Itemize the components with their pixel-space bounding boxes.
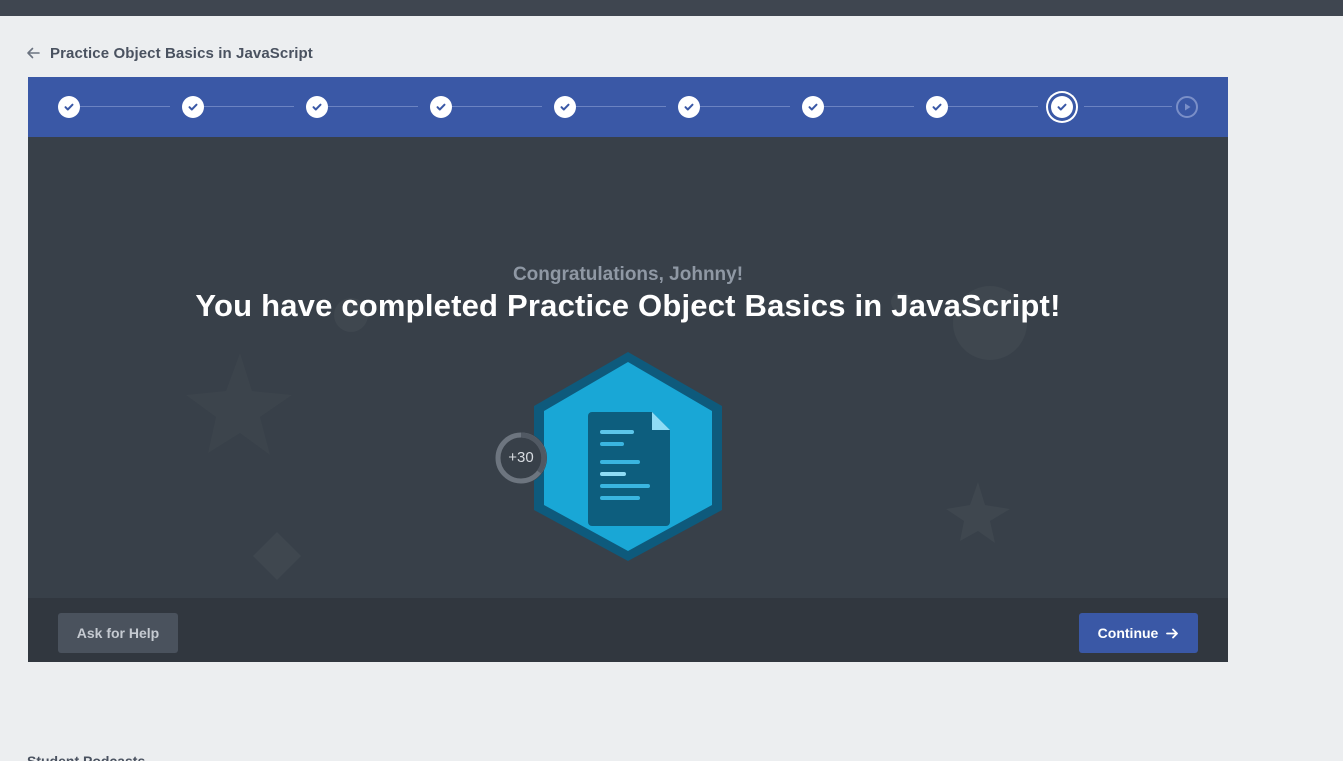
ask-for-help-button[interactable]: Ask for Help: [58, 613, 178, 653]
workshop-panel: Congratulations, Johnny! You have comple…: [28, 77, 1228, 662]
back-to-course-link[interactable]: Practice Object Basics in JavaScript: [26, 42, 313, 64]
step-6-complete[interactable]: [678, 96, 700, 118]
progress-connector: [824, 106, 914, 107]
top-nav-bar: [0, 0, 1343, 16]
check-icon: [436, 103, 446, 111]
check-icon: [64, 103, 74, 111]
step-7-complete[interactable]: [802, 96, 824, 118]
arrow-right-icon: [1166, 628, 1179, 638]
step-9-current[interactable]: [1048, 93, 1076, 121]
play-icon: [1185, 103, 1191, 111]
check-icon: [932, 103, 942, 111]
progress-connector: [328, 106, 418, 107]
progress-connector: [948, 106, 1038, 107]
continue-label: Continue: [1097, 625, 1159, 641]
progress-connector: [204, 106, 294, 107]
check-icon: [560, 103, 570, 111]
step-10-next[interactable]: [1176, 96, 1198, 118]
completion-stage: Congratulations, Johnny! You have comple…: [28, 137, 1228, 598]
progress-connector: [452, 106, 542, 107]
step-2-complete[interactable]: [182, 96, 204, 118]
step-1-complete[interactable]: [58, 96, 80, 118]
student-podcasts-heading: Student Podcasts: [27, 753, 146, 761]
arrow-left-icon: [26, 46, 40, 60]
check-icon: [188, 103, 198, 111]
xp-points-label: +30: [508, 449, 534, 466]
course-title: Practice Object Basics in JavaScript: [50, 44, 313, 62]
continue-button[interactable]: Continue: [1079, 613, 1198, 653]
document-icon: [588, 412, 670, 526]
panel-footer: Ask for Help Continue: [28, 598, 1228, 662]
congrats-message: Congratulations, Johnny!: [512, 264, 744, 285]
step-8-complete[interactable]: [926, 96, 948, 118]
progress-connector: [1084, 106, 1172, 107]
step-4-complete[interactable]: [430, 96, 452, 118]
check-icon: [312, 103, 322, 111]
check-icon: [808, 103, 818, 111]
progress-connector: [80, 106, 170, 107]
progress-connector: [700, 106, 790, 107]
progress-connector: [576, 106, 666, 107]
step-9-inner: [1051, 96, 1073, 118]
step-5-complete[interactable]: [554, 96, 576, 118]
completion-headline: You have completed Practice Object Basic…: [195, 288, 1061, 323]
check-icon: [684, 103, 694, 111]
step-3-complete[interactable]: [306, 96, 328, 118]
check-icon: [1057, 103, 1067, 111]
progress-bar: [28, 77, 1228, 137]
